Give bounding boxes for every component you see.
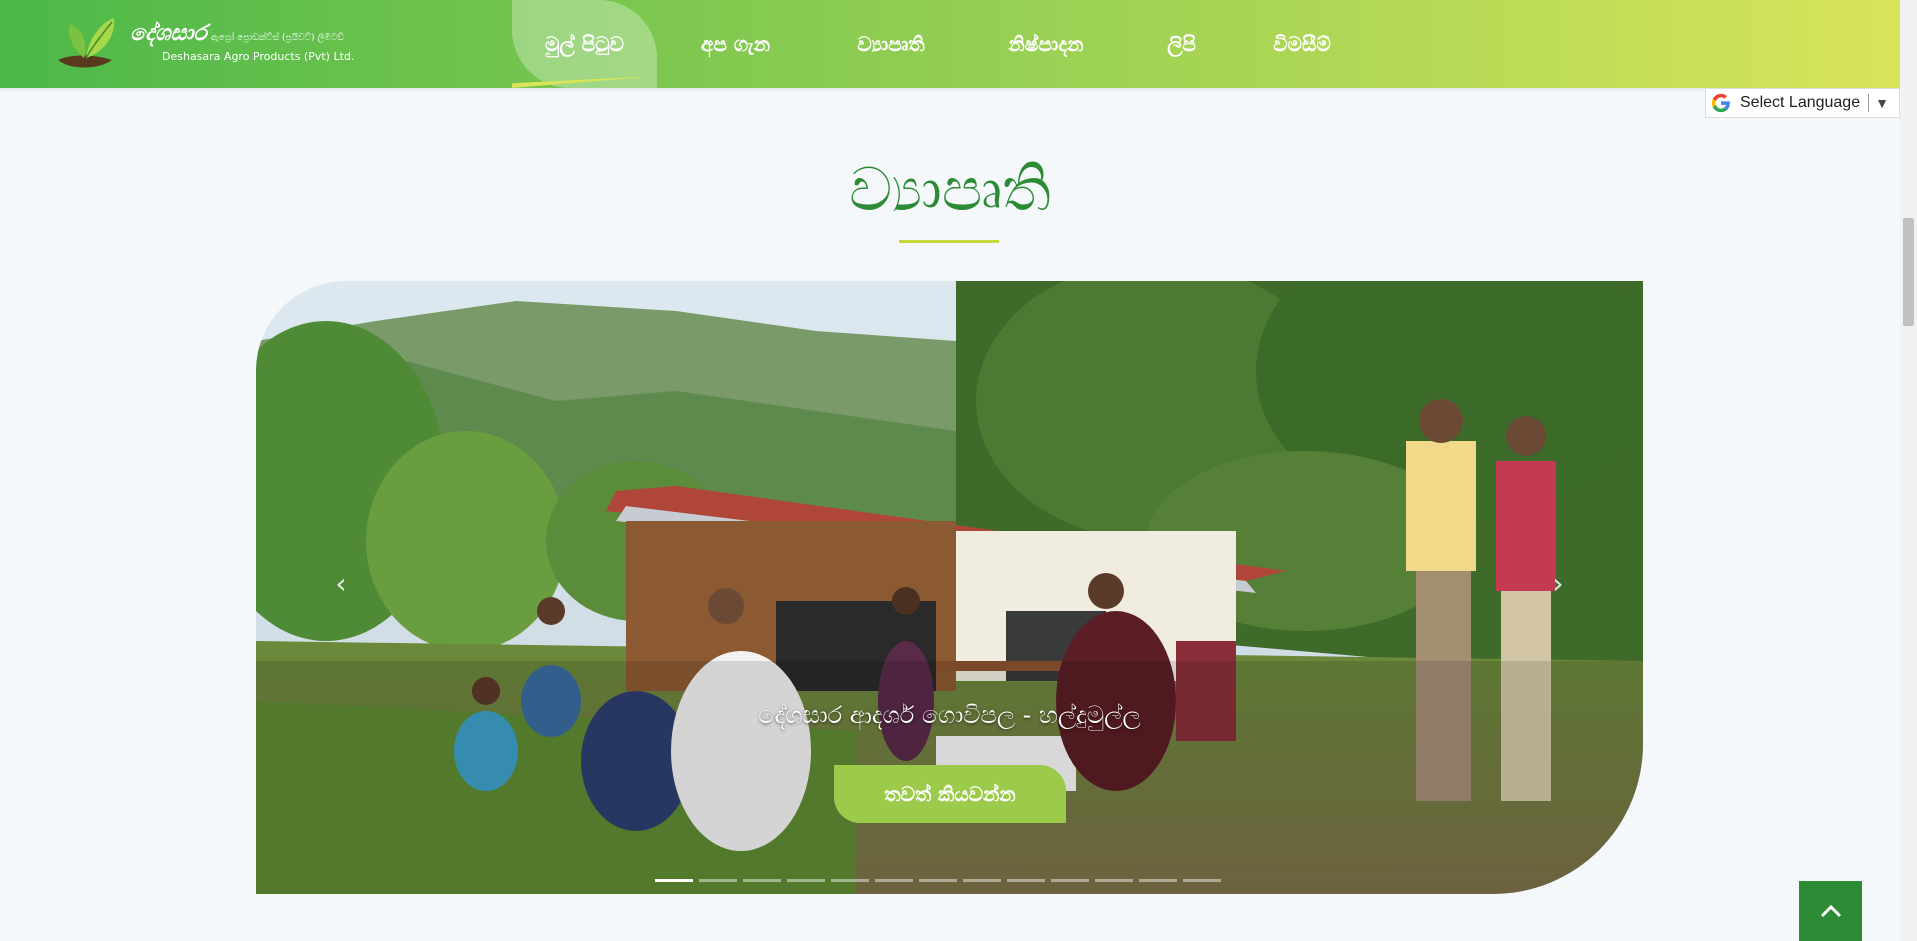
carousel-indicators [655, 879, 1221, 882]
dropdown-arrow-icon: ▼ [1875, 95, 1889, 111]
carousel-indicator[interactable] [743, 879, 781, 882]
google-g-icon [1711, 93, 1730, 113]
carousel-indicator[interactable] [1095, 879, 1133, 882]
language-select[interactable]: Select Language ▼ [1705, 88, 1900, 118]
carousel-indicator[interactable] [831, 879, 869, 882]
site-logo[interactable]: දේශසාර ඇග්‍රෝ ප්‍රොඩක්ට්ස් (ප්‍රයිවට්) ලි… [54, 14, 374, 74]
nav-item-articles[interactable]: ලිපි [1124, 0, 1239, 88]
site-header: දේශසාර ඇග්‍රෝ ප්‍රොඩක්ට්ස් (ප්‍රයිවට්) ලි… [0, 0, 1900, 88]
page-scrollbar[interactable] [1900, 0, 1917, 941]
carousel-indicator[interactable] [963, 879, 1001, 882]
back-to-top-button[interactable] [1799, 881, 1862, 941]
slide-caption: දේශසාර ආදර්ශ ගොවිපල - හල්දුමුල්ල [758, 701, 1141, 729]
projects-carousel: ‹ › දේශසාර ආදර්ශ ගොවිපල - හල්දුමුල්ල තවත… [256, 281, 1643, 894]
carousel-indicator[interactable] [1183, 879, 1221, 882]
read-more-button[interactable]: තවත් කියවන්න [834, 765, 1066, 823]
carousel-indicator[interactable] [1051, 879, 1089, 882]
chevron-left-icon: ‹ [335, 567, 347, 600]
nav-item-about[interactable]: අප ගැන [657, 0, 814, 88]
language-select-label: Select Language [1740, 94, 1861, 111]
carousel-indicator[interactable] [787, 879, 825, 882]
carousel-indicator[interactable] [919, 879, 957, 882]
carousel-next-button[interactable]: › [1543, 569, 1573, 599]
nav-item-products[interactable]: නිෂ්පාදන [968, 0, 1124, 88]
chevron-up-icon [1820, 904, 1841, 918]
carousel-indicator[interactable] [1139, 879, 1177, 882]
divider [1868, 94, 1870, 112]
chevron-right-icon: › [1552, 567, 1564, 600]
leaf-logo-icon [58, 18, 115, 68]
main-nav: මුල් පිටුව අප ගැන ව්‍යාපෘති නිෂ්පාදන ලිප… [512, 0, 1365, 88]
logo-title: දේශසාර ඇග්‍රෝ ප්‍රොඩක්ට්ස් (ප්‍රයිවට්) ලි… [130, 20, 344, 46]
scrollbar-thumb[interactable] [1903, 218, 1914, 326]
carousel-indicator[interactable] [1007, 879, 1045, 882]
nav-item-projects[interactable]: ව්‍යාපෘති [814, 0, 968, 88]
nav-item-contact[interactable]: විමසීම් [1239, 0, 1365, 88]
carousel-prev-button[interactable]: ‹ [326, 569, 356, 599]
carousel-indicator[interactable] [655, 879, 693, 882]
title-underline [899, 240, 999, 243]
carousel-indicator[interactable] [875, 879, 913, 882]
carousel-indicator[interactable] [699, 879, 737, 882]
logo-subtitle: Deshasara Agro Products (Pvt) Ltd. [162, 50, 355, 63]
section-title: ව්‍යාපෘති [849, 155, 1051, 225]
nav-item-home[interactable]: මුල් පිටුව [512, 0, 657, 88]
